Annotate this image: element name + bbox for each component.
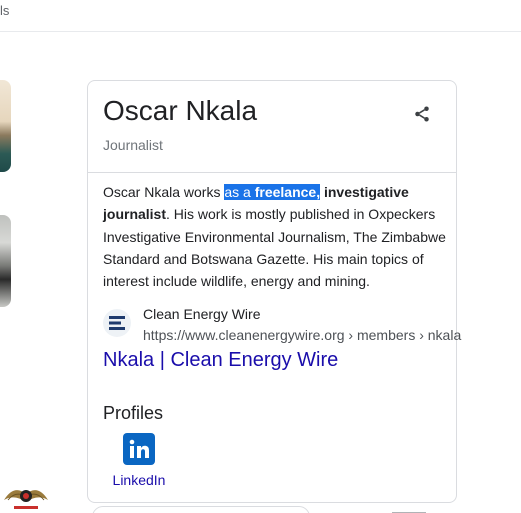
profile-linkedin[interactable]: LinkedIn xyxy=(103,433,175,493)
source-site-name: Clean Energy Wire xyxy=(143,306,261,322)
result-thumbnail-image[interactable] xyxy=(0,215,11,307)
corner-logo-image xyxy=(4,490,48,509)
description-text: Oscar Nkala works xyxy=(103,184,225,200)
profiles-heading: Profiles xyxy=(103,403,164,423)
selected-text-bold: freelance, xyxy=(254,184,321,200)
clean-energy-wire-icon xyxy=(103,309,131,337)
share-icon xyxy=(415,106,429,122)
linkedin-icon xyxy=(123,433,155,465)
bottom-text-fragment xyxy=(390,505,450,513)
profile-label: LinkedIn xyxy=(112,472,166,488)
source-attribution[interactable]: Clean Energy Wire https://www.cleanenerg… xyxy=(103,305,461,345)
tab-label-fragment[interactable]: ls xyxy=(0,3,9,18)
source-url: https://www.cleanenergywire.org › member… xyxy=(143,327,462,343)
selected-text-plain: as a xyxy=(224,184,255,200)
related-search-chip[interactable] xyxy=(92,506,310,513)
panel-title: Oscar Nkala xyxy=(103,95,258,126)
selected-text: as a freelance, xyxy=(224,184,321,200)
panel-subtitle: Journalist xyxy=(103,137,163,153)
search-results-page: ls Oscar Nkala Journalist Oscar Nkala wo xyxy=(0,0,521,513)
result-title-link[interactable]: Nkala | Clean Energy Wire xyxy=(103,347,338,373)
panel-description: Oscar Nkala works as a freelance, invest… xyxy=(103,181,448,292)
top-navigation-strip: ls xyxy=(0,0,521,32)
share-button[interactable] xyxy=(406,98,438,130)
knowledge-panel: Oscar Nkala Journalist Oscar Nkala works… xyxy=(87,80,461,503)
knowledge-panel-header: Oscar Nkala Journalist xyxy=(88,81,456,173)
result-thumbnail-image[interactable] xyxy=(0,80,11,172)
